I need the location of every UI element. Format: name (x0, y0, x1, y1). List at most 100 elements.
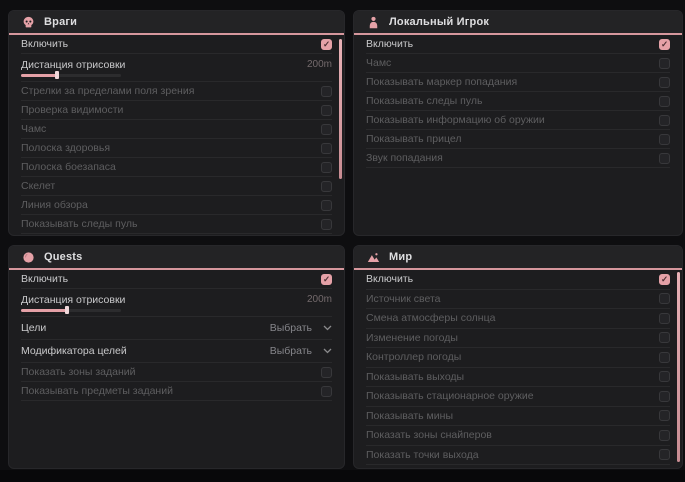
checkbox-row[interactable]: Чамс (21, 120, 332, 139)
slider-thumb[interactable] (55, 71, 59, 79)
checkbox[interactable] (659, 371, 670, 382)
slider-track[interactable] (21, 309, 121, 312)
settings-list: Включить ✓ Дистанция отрисовки200mЦелиВыбр… (9, 270, 344, 401)
checkbox-row[interactable]: Показывать маркер попадания (366, 73, 670, 92)
slider-thumb[interactable] (65, 306, 69, 314)
checkbox[interactable] (659, 115, 670, 126)
checkbox[interactable] (321, 143, 332, 154)
checkbox-row[interactable]: Показывать следы пуль (21, 215, 332, 234)
checkbox-row[interactable]: Полоска боезапаса (21, 158, 332, 177)
checkbox[interactable] (659, 58, 670, 69)
dropdown-row[interactable]: Модификатора целейВыбрать (21, 340, 332, 363)
checkbox-row[interactable]: Контроллер погоды (366, 348, 670, 368)
setting-label: Источник света (366, 293, 440, 305)
checkbox-row[interactable]: Показывать информацию об оружии (366, 111, 670, 130)
checkbox-row[interactable]: Скелет (21, 177, 332, 196)
settings-list: Включить✓ Источник света Смена атмосферы с… (354, 270, 682, 465)
skull-icon (22, 16, 35, 29)
checkbox-row[interactable]: Включить ✓ (21, 35, 332, 54)
checkbox[interactable] (321, 124, 332, 135)
checkbox[interactable] (659, 391, 670, 402)
panel-header[interactable]: Quests (9, 246, 344, 270)
checkbox-row[interactable]: Линия обзора (21, 196, 332, 215)
checkbox-row[interactable]: Включить ✓ (21, 270, 332, 289)
person-icon (367, 16, 380, 29)
mountains-icon (367, 251, 380, 264)
dropdown-row[interactable]: ЦелиВыбрать (21, 317, 332, 340)
panel-header[interactable]: Локальный Игрок (354, 11, 682, 35)
checkbox[interactable] (659, 449, 670, 460)
checkbox-row[interactable]: Показывать выходы (366, 368, 670, 388)
checkbox-row[interactable]: Показать точки выхода (366, 446, 670, 466)
slider-row[interactable]: Дистанция отрисовки200m (21, 289, 332, 317)
checkbox-row[interactable]: Проверка видимости (21, 101, 332, 120)
checkbox[interactable]: ✓ (321, 39, 332, 50)
slider-row[interactable]: Дистанция отрисовки200m (21, 54, 332, 82)
scrollbar-thumb[interactable] (339, 39, 342, 179)
checkbox-row[interactable]: Показывать прицел (366, 130, 670, 149)
checkbox[interactable] (321, 105, 332, 116)
setting-label: Показывать информацию об оружии (366, 114, 545, 126)
checkbox-row[interactable]: Изменение погоды (366, 329, 670, 349)
checkbox[interactable] (321, 181, 332, 192)
checkbox[interactable] (659, 77, 670, 88)
checkbox[interactable] (321, 86, 332, 97)
checkbox[interactable] (659, 430, 670, 441)
checkbox-row[interactable]: Показать зоны заданий (21, 363, 332, 382)
setting-label: Показывать следы пуль (21, 218, 137, 230)
slider-fill (21, 74, 57, 77)
setting-label: Дистанция отрисовки (21, 294, 125, 306)
checkbox[interactable] (659, 352, 670, 363)
setting-label: Показать точки выхода (366, 449, 479, 461)
panel-header[interactable]: Мир (354, 246, 682, 270)
panel-title: Мир (389, 251, 412, 263)
scrollbar-thumb[interactable] (677, 272, 680, 462)
checkbox[interactable] (321, 162, 332, 173)
panel-quests: Quests Включить ✓ Дистанция отрисовки200mЦ… (8, 245, 345, 469)
bottom-bar (0, 470, 685, 482)
checkbox[interactable]: ✓ (321, 274, 332, 285)
checkbox[interactable]: ✓ (659, 39, 670, 50)
checkbox[interactable]: ✓ (659, 274, 670, 285)
panel-title: Локальный Игрок (389, 16, 489, 28)
checkbox-row[interactable]: Показывать мины (366, 407, 670, 427)
checkbox[interactable] (659, 134, 670, 145)
check-icon: ✓ (661, 40, 668, 49)
checkbox-row[interactable]: Показывать стационарное оружие (366, 387, 670, 407)
slider-track[interactable] (21, 74, 121, 77)
checkbox[interactable] (659, 332, 670, 343)
setting-label: Изменение погоды (366, 332, 458, 344)
setting-label: Полоска здоровья (21, 142, 110, 154)
dropdown[interactable]: Выбрать (270, 345, 332, 357)
checkbox-row[interactable]: Полоска здоровья (21, 139, 332, 158)
checkbox-row[interactable]: Включить✓ (366, 270, 670, 290)
setting-label: Включить (21, 38, 68, 50)
checkbox[interactable] (659, 313, 670, 324)
checkbox-row[interactable]: Показать зоны снайперов (366, 426, 670, 446)
dropdown[interactable]: Выбрать (270, 322, 332, 334)
checkbox[interactable] (659, 153, 670, 164)
panel-header[interactable]: Враги (9, 11, 344, 35)
checkbox-row[interactable]: Показывать предметы заданий (21, 382, 332, 401)
checkbox[interactable] (321, 367, 332, 378)
setting-label: Проверка видимости (21, 104, 123, 116)
slider-value: 200m (307, 59, 332, 70)
checkbox-row[interactable]: Включить✓ (366, 35, 670, 54)
checkbox[interactable] (659, 96, 670, 107)
checkbox[interactable] (321, 200, 332, 211)
checkbox-row[interactable]: Источник света (366, 290, 670, 310)
checkbox-row[interactable]: Показывать следы пуль (366, 92, 670, 111)
checkbox[interactable] (659, 293, 670, 304)
setting-label: Показывать стационарное оружие (366, 390, 534, 402)
checkbox-row[interactable]: Чамс (366, 54, 670, 73)
checkbox-row[interactable]: Звук попадания (366, 149, 670, 168)
check-icon: ✓ (323, 275, 330, 284)
checkbox-row[interactable]: Стрелки за пределами поля зрения (21, 82, 332, 101)
checkbox-row[interactable]: Смена атмосферы солнца (366, 309, 670, 329)
checkbox[interactable] (659, 410, 670, 421)
setting-label: Скелет (21, 180, 55, 192)
panel-local-player: Локальный Игрок Включить✓ЧамсПоказывать … (353, 10, 683, 236)
checkbox[interactable] (321, 219, 332, 230)
setting-label: Включить (21, 273, 68, 285)
checkbox[interactable] (321, 386, 332, 397)
